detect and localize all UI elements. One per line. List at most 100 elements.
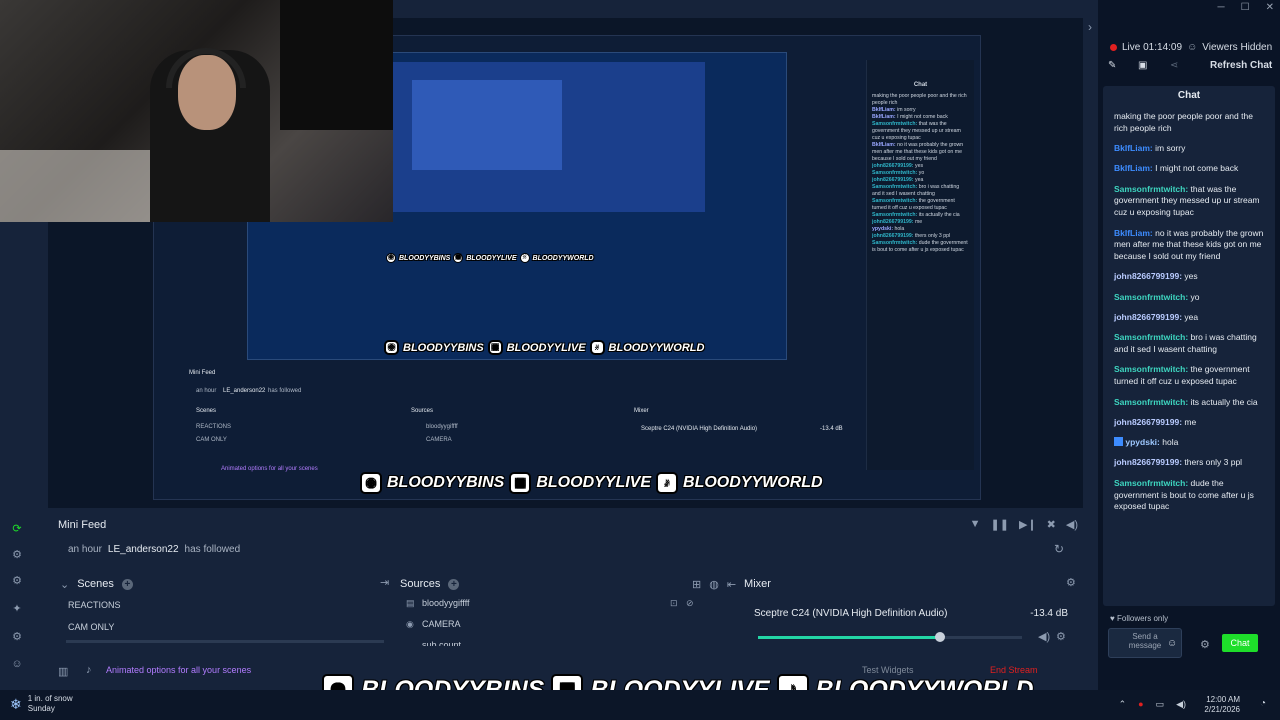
close-button[interactable]: ✕ xyxy=(1266,2,1274,13)
user-icon[interactable]: ☺ xyxy=(10,658,24,672)
sources-header: Sources + xyxy=(400,574,460,594)
nested-chat-msg: Samsonfrmtwitch: yo xyxy=(872,170,925,176)
popout-icon[interactable]: ▣ xyxy=(1138,60,1147,71)
audio-settings-icon[interactable]: ◍ xyxy=(709,578,719,591)
gear-icon[interactable]: ⚙ xyxy=(10,630,24,644)
scene-item[interactable]: REACTIONS xyxy=(68,600,121,610)
maximize-button[interactable]: ☐ xyxy=(1241,2,1250,13)
chat-settings-icon[interactable]: ⚙ xyxy=(1200,638,1210,651)
chat-title: Chat xyxy=(1177,90,1201,101)
sparkle-icon[interactable]: ✦ xyxy=(10,602,24,616)
nested-source-2: CAMERA xyxy=(426,437,452,443)
mixer-volume-slider[interactable] xyxy=(758,636,1022,639)
weather-widget[interactable]: ❄ 1 in. of snow Sunday xyxy=(10,694,73,714)
tiktok-icon: ♪ xyxy=(656,472,679,494)
feed-user[interactable]: LE_anderson22 xyxy=(108,544,179,555)
nested-chat-msg: BkIfLiam: no it was probably the grown m… xyxy=(872,142,964,162)
twitch-icon: ▣ xyxy=(487,340,503,355)
emote-icon[interactable]: ☺ xyxy=(1167,638,1177,649)
layout-icon[interactable]: ⊞ xyxy=(692,578,701,591)
edit-icon[interactable]: ✎ xyxy=(1108,60,1116,71)
chat-messages: making the poor people poor and the rich… xyxy=(1114,111,1266,522)
nested-scenes-title: Scenes xyxy=(196,408,217,414)
scenes-title: Scenes xyxy=(77,578,114,590)
overlay-twitch-handle: BLOODYYLIVE xyxy=(506,341,586,354)
chat-message: Samsonfrmtwitch: the government turned i… xyxy=(1114,364,1250,387)
mixer-level: -13.4 dB xyxy=(1030,608,1068,619)
studio-icon[interactable]: ⟳ xyxy=(10,522,24,536)
nested-feed-action: has followed xyxy=(268,388,302,394)
mini-feed-header: Mini Feed ▼ ❚❚ ▶❙ ✖ ◀) xyxy=(56,512,1086,538)
lock-icon[interactable]: ⊡ xyxy=(670,598,678,609)
followers-only-notice: ♥ Followers only xyxy=(1110,614,1168,623)
mixer-header: ⊞ ◍ ⇤ Mixer xyxy=(692,574,771,594)
chat-message: BkIfLiam: no it was probably the grown m… xyxy=(1114,227,1264,262)
nested-dock: Mini Feed an hour LE_anderson22 has foll… xyxy=(186,368,852,478)
refresh-icon[interactable]: ↻ xyxy=(1054,542,1064,556)
snow-icon: ❄ xyxy=(10,696,22,712)
mute-alerts-icon[interactable]: ✖ xyxy=(1047,518,1056,531)
badge-icon xyxy=(1114,437,1123,447)
scenes-scrollbar[interactable] xyxy=(66,640,384,643)
pause-icon[interactable]: ❚❚ xyxy=(991,518,1009,531)
filter-icon[interactable]: ▼ xyxy=(970,518,981,531)
tray-chevron-icon[interactable]: ⌃ xyxy=(1119,699,1127,710)
source-item[interactable]: bloodyygiffff xyxy=(422,598,470,608)
add-scene-icon[interactable]: + xyxy=(121,578,133,590)
nested-scene-cam-only: CAM ONLY xyxy=(196,437,227,443)
link-icon[interactable]: ⚙ xyxy=(10,548,24,562)
speaker-icon[interactable]: ◀) xyxy=(1038,630,1050,643)
promo-text[interactable]: Animated options for all your scenes xyxy=(106,665,251,675)
overlay-tiktok-handle: BLOODYYWORLD xyxy=(532,254,594,262)
nested-source-1: bloodyygiffff xyxy=(426,424,458,430)
share-icon[interactable]: ⋖ xyxy=(1170,60,1178,71)
source-item[interactable]: sub count xyxy=(422,640,461,646)
chat-message: Samsonfrmtwitch: yo xyxy=(1114,291,1200,302)
weather-text: 1 in. of snow Sunday xyxy=(28,694,73,714)
nested-mixer-device: Sceptre C24 (NVIDIA High Definition Audi… xyxy=(641,426,758,432)
nested-chat-msg: john8266799199: yea xyxy=(872,177,924,183)
network-icon[interactable]: ▭ xyxy=(1156,699,1165,710)
skip-icon[interactable]: ▶❙ xyxy=(1019,518,1037,531)
nested-mixer-level: -13.4 dB xyxy=(820,426,843,432)
mixer-gear-icon[interactable]: ⚙ xyxy=(1066,576,1076,589)
bell-icon[interactable]: ♪ xyxy=(86,664,92,676)
mixer-device: Sceptre C24 (NVIDIA High Definition Audi… xyxy=(754,608,948,619)
chat-message: john8266799199: yea xyxy=(1114,312,1199,323)
visibility-icon[interactable]: ⊘ xyxy=(686,598,694,609)
viewers-hidden[interactable]: Viewers Hidden xyxy=(1202,42,1272,53)
mic-icon[interactable]: ● xyxy=(1138,699,1143,710)
minimize-button[interactable]: ─ xyxy=(1218,2,1225,13)
nested-sources-title: Sources xyxy=(411,408,434,414)
image-icon: ▤ xyxy=(406,598,415,608)
live-timer: Live 01:14:09 xyxy=(1122,42,1183,53)
scenes-header: ⌄ Scenes + xyxy=(60,574,133,594)
settings-alt-icon[interactable]: ⚙ xyxy=(10,574,24,588)
chat-message: john8266799199: thers only 3 ppl xyxy=(1114,457,1243,468)
nested-chat-msg: john8266799199: yes xyxy=(872,163,924,169)
add-source-icon[interactable]: + xyxy=(448,578,460,590)
refresh-chat-button[interactable]: Refresh Chat xyxy=(1210,60,1272,71)
clock[interactable]: 12:00 AM 2/21/2026 xyxy=(1204,695,1240,715)
notification-icon[interactable]: ◔ xyxy=(1260,698,1266,709)
mixer-volume-knob[interactable] xyxy=(935,632,946,642)
volume-icon[interactable]: ◀) xyxy=(1066,518,1078,531)
scene-item[interactable]: CAM ONLY xyxy=(68,622,114,632)
collapse-icon[interactable]: ⌄ xyxy=(60,578,69,591)
nested-chat-msg: john8266799199: thers only 3 ppl xyxy=(872,233,951,239)
collapse-scenes-icon[interactable]: ⇥ xyxy=(380,576,389,589)
nested-chat-msg: Samsonfrmtwitch: its actually the cia xyxy=(872,212,960,218)
viewers-icon: ☺ xyxy=(1187,42,1198,53)
mixer-collapse-icon[interactable]: ⇤ xyxy=(727,578,736,591)
channel-gear-icon[interactable]: ⚙ xyxy=(1056,630,1066,643)
chat-send-button[interactable]: Chat xyxy=(1222,634,1258,652)
nested-chat: Chat making the poor people poor and the… xyxy=(866,60,974,470)
followers-only-label: Followers only xyxy=(1116,614,1169,623)
stats-icon[interactable]: ▥ xyxy=(58,665,68,678)
twitch-icon: ▣ xyxy=(453,253,464,263)
instagram-icon: ◎ xyxy=(360,472,382,494)
speaker-tray-icon[interactable]: ◀) xyxy=(1176,699,1186,710)
clock-date: 2/21/2026 xyxy=(1204,705,1240,714)
source-item[interactable]: CAMERA xyxy=(422,619,461,629)
expand-chevron-icon[interactable]: › xyxy=(1088,20,1092,34)
